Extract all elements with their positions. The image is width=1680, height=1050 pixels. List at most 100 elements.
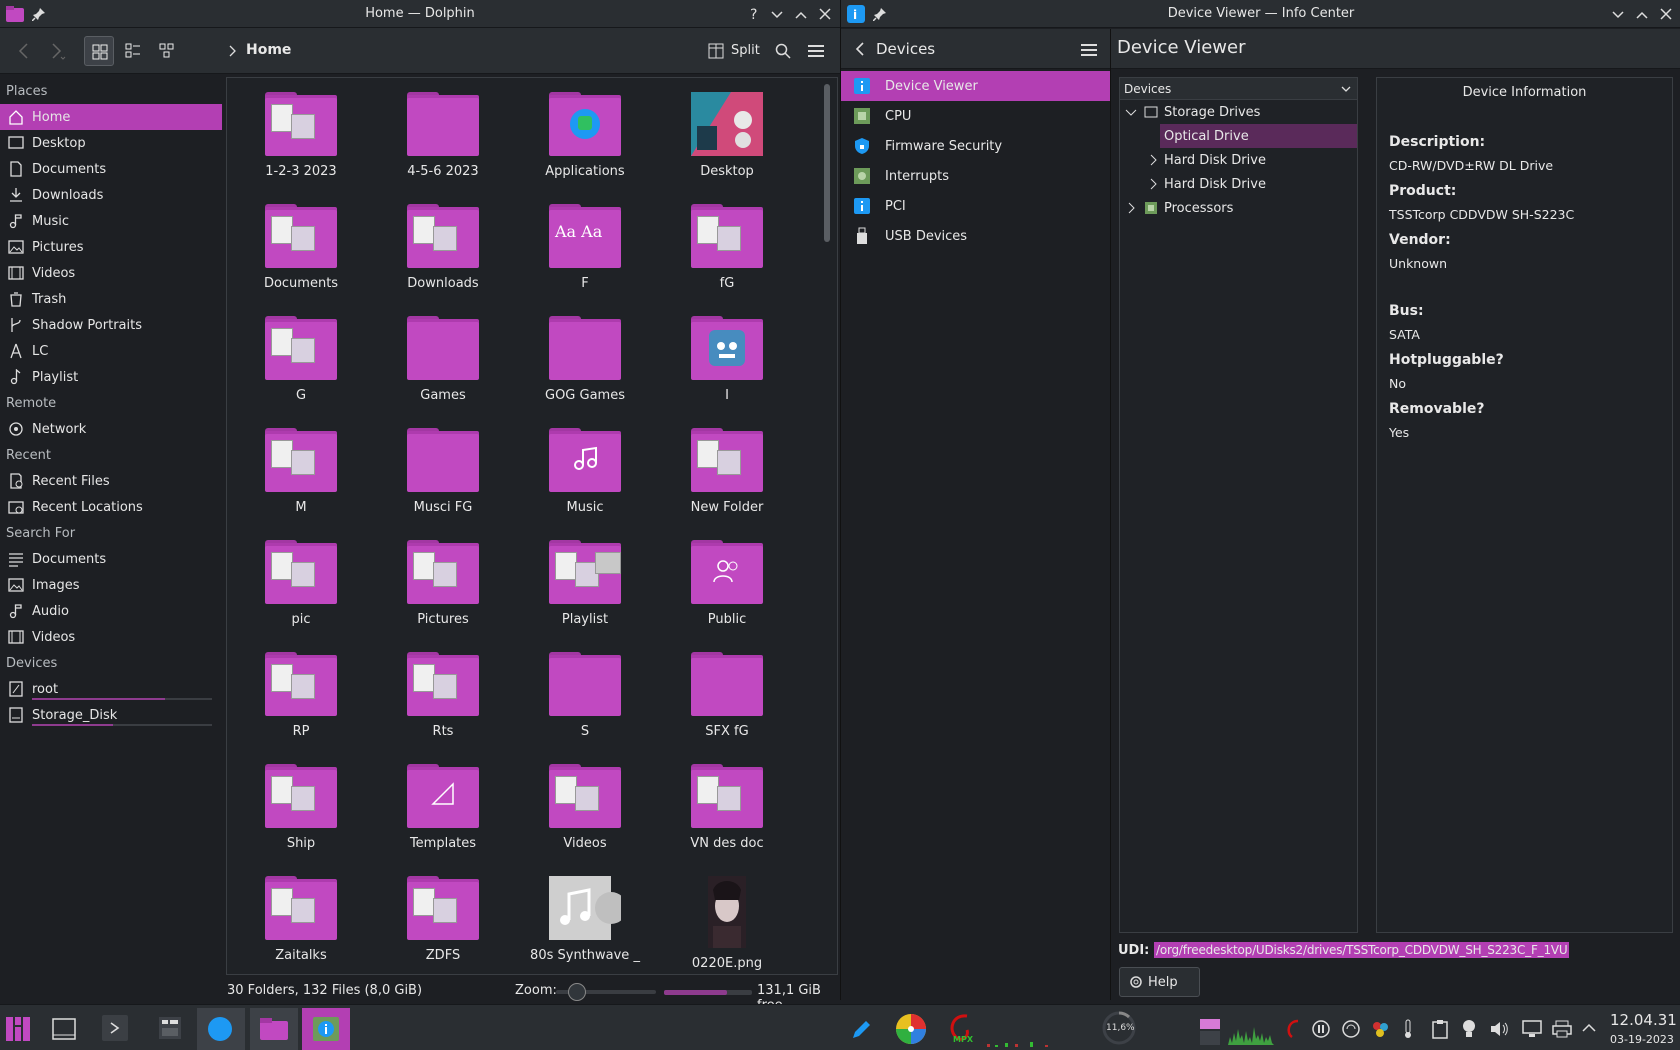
sidebar-item-downloads[interactable]: Downloads (0, 182, 222, 208)
tree-hard-disk-1[interactable]: Hard Disk Drive (1120, 148, 1357, 172)
help-button[interactable]: Help (1119, 967, 1200, 997)
zoom-slider[interactable] (556, 983, 656, 1001)
collapse-icon[interactable] (1124, 105, 1138, 119)
hamburger-menu-icon[interactable] (808, 44, 824, 58)
tray-expand-icon[interactable] (1582, 1023, 1596, 1033)
hamburger-menu-icon[interactable] (1081, 43, 1097, 57)
file-item[interactable]: Downloads (372, 196, 514, 308)
sidebar-item-playlist[interactable]: Playlist (0, 364, 222, 390)
tree-header[interactable]: Devices (1120, 78, 1357, 100)
file-item[interactable]: 80s Synthwave _ (514, 868, 656, 980)
tree-storage-drives[interactable]: Storage Drives (1120, 100, 1357, 124)
file-item[interactable]: M (230, 420, 372, 532)
sidebar-item-lc[interactable]: LC (0, 338, 222, 364)
clock-date[interactable]: 03-19-2023 (1610, 1033, 1674, 1046)
pin-icon[interactable] (873, 7, 887, 21)
sidebar-item-search-audio[interactable]: Audio (0, 598, 222, 624)
file-item[interactable]: fG (656, 196, 798, 308)
back-icon[interactable] (16, 42, 32, 60)
file-item[interactable]: GOG Games (514, 308, 656, 420)
color-picker-icon[interactable] (895, 1013, 927, 1045)
expand-icon[interactable] (1124, 201, 1138, 215)
taskbar-infocenter[interactable] (302, 1008, 350, 1050)
system-monitor-icon[interactable] (158, 1016, 182, 1040)
sidebar-item-pictures[interactable]: Pictures (0, 234, 222, 260)
taskbar-dolphin[interactable] (250, 1008, 298, 1050)
file-item[interactable]: Videos (514, 756, 656, 868)
sidebar-item-root[interactable]: root (0, 676, 222, 702)
sidebar-item-search-videos[interactable]: Videos (0, 624, 222, 650)
sidebar-item-network[interactable]: Network (0, 416, 222, 442)
file-item[interactable]: Rts (372, 644, 514, 756)
pin-icon[interactable] (32, 7, 46, 21)
file-item[interactable]: I (656, 308, 798, 420)
file-item[interactable]: RP (230, 644, 372, 756)
pen-icon[interactable] (850, 1019, 872, 1041)
minimize-icon[interactable] (770, 8, 784, 22)
sidebar-item-search-documents[interactable]: Documents (0, 546, 222, 572)
sidebar-item-desktop[interactable]: Desktop (0, 130, 222, 156)
forward-icon[interactable] (48, 42, 66, 60)
dolphin-app-icon[interactable] (6, 6, 24, 22)
printer-icon[interactable] (1552, 1020, 1572, 1038)
close-icon[interactable] (1659, 7, 1673, 21)
nav-pci[interactable]: PCI (841, 191, 1111, 221)
file-item[interactable]: Public (656, 532, 798, 644)
file-item[interactable]: G (230, 308, 372, 420)
nav-firmware-security[interactable]: Firmware Security (841, 131, 1111, 161)
clipboard-icon[interactable] (1432, 1019, 1448, 1039)
close-icon[interactable] (818, 7, 832, 21)
breadcrumb-home[interactable]: Home (246, 42, 291, 58)
updates-icon[interactable] (1370, 1019, 1390, 1039)
sidebar-item-recent-locations[interactable]: Recent Locations (0, 494, 222, 520)
expand-icon[interactable] (1146, 153, 1160, 167)
file-item[interactable]: Games (372, 308, 514, 420)
sidebar-item-videos[interactable]: Videos (0, 260, 222, 286)
icons-view-button[interactable] (84, 36, 114, 66)
sidebar-item-trash[interactable]: Trash (0, 286, 222, 312)
sidebar-item-storage-disk[interactable]: Storage_Disk (0, 702, 222, 728)
nav-interrupts[interactable]: Interrupts (841, 161, 1111, 191)
file-item[interactable]: Aa Aa F (514, 196, 656, 308)
sync-icon[interactable] (1342, 1020, 1360, 1038)
lightbulb-icon[interactable] (1462, 1019, 1476, 1039)
file-item[interactable]: S (514, 644, 656, 756)
file-item[interactable]: 4-5-6 2023 (372, 84, 514, 196)
temperature-icon[interactable] (1402, 1019, 1414, 1039)
file-item[interactable]: Musci FG (372, 420, 514, 532)
file-item[interactable]: 1-2-3 2023 (230, 84, 372, 196)
zoom-slider-handle[interactable] (568, 983, 586, 1001)
file-item[interactable]: Desktop (656, 84, 798, 196)
volume-icon[interactable] (1490, 1020, 1510, 1038)
tree-hard-disk-2[interactable]: Hard Disk Drive (1120, 172, 1357, 196)
sidebar-item-music[interactable]: Music (0, 208, 222, 234)
clock-time[interactable]: 12.04.31 (1610, 1011, 1677, 1029)
taskbar-browser[interactable] (197, 1008, 245, 1050)
memory-monitor[interactable] (1200, 1015, 1220, 1045)
file-item[interactable]: pic (230, 532, 372, 644)
maximize-icon[interactable] (1635, 8, 1649, 22)
dolphin-titlebar[interactable]: Home — Dolphin ? (0, 0, 840, 28)
file-item[interactable]: Templates (372, 756, 514, 868)
split-icon[interactable] (708, 43, 724, 59)
nav-cpu[interactable]: CPU (841, 101, 1111, 131)
app-launcher-icon[interactable] (6, 1017, 30, 1041)
tree-optical-drive[interactable]: Optical Drive (1160, 124, 1357, 148)
search-icon[interactable] (775, 43, 791, 59)
back-icon[interactable] (853, 41, 867, 57)
show-desktop-icon[interactable] (52, 1017, 76, 1041)
expand-icon[interactable] (1146, 177, 1160, 191)
file-item[interactable]: New Folder (656, 420, 798, 532)
details-view-icon[interactable] (159, 43, 175, 59)
file-item[interactable]: SFX fG (656, 644, 798, 756)
maximize-icon[interactable] (794, 8, 808, 22)
scrollbar[interactable] (822, 80, 832, 972)
file-item[interactable]: 0220E.png (656, 868, 798, 980)
split-button[interactable]: Split (731, 43, 760, 58)
scrollbar-thumb[interactable] (824, 84, 830, 242)
file-item[interactable]: Playlist (514, 532, 656, 644)
sidebar-item-home[interactable]: Home (0, 104, 222, 130)
minimize-icon[interactable] (1611, 8, 1625, 22)
file-item[interactable]: VN des doc (656, 756, 798, 868)
taskbar-terminal[interactable] (102, 1015, 128, 1041)
